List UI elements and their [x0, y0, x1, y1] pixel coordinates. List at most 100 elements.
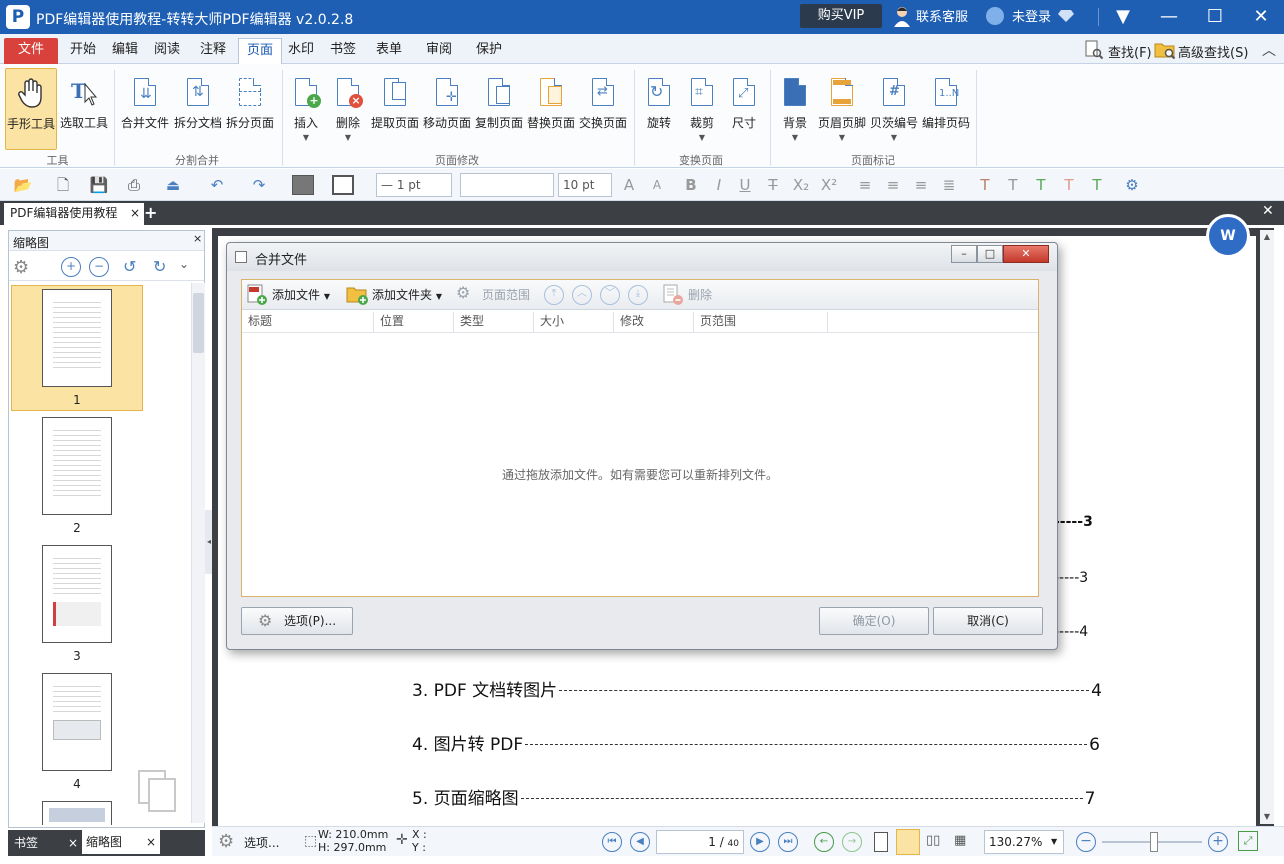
form-settings-icon[interactable]: ⚙ [1120, 175, 1144, 195]
background-button[interactable]: 背景 ▼ [774, 68, 816, 150]
scroll-up-icon[interactable]: ▲ [1260, 230, 1274, 244]
redo-icon[interactable]: ↷ [244, 175, 274, 195]
move-bottom-icon[interactable]: ⤓ [628, 285, 648, 305]
fill-color-swatch[interactable] [292, 175, 314, 195]
status-settings-icon[interactable]: ⚙ [218, 831, 234, 852]
text-apply-icon[interactable]: T [1086, 175, 1108, 195]
fit-page-icon[interactable]: ⤢ [1238, 831, 1258, 851]
menu-file[interactable]: 文件 [4, 38, 58, 64]
tab-form[interactable]: 表单 [368, 38, 410, 64]
panel-close-icon[interactable]: × [193, 232, 202, 245]
align-center-icon[interactable]: ≡ [882, 175, 904, 195]
zoom-out-icon[interactable]: − [89, 257, 109, 277]
tab-start[interactable]: 开始 [62, 38, 104, 64]
facing-continuous-icon[interactable]: ▦ [954, 833, 966, 848]
tab-page[interactable]: 页面 [238, 38, 283, 64]
move-top-icon[interactable]: ⤒ [544, 285, 564, 305]
page-size-button[interactable]: ⤢ 尺寸 [724, 68, 764, 150]
thumbnail-page-4[interactable] [42, 673, 112, 771]
select-tool-button[interactable]: T 选取工具 [58, 68, 110, 150]
move-page-button[interactable]: ✛ 移动页面 [422, 68, 472, 150]
thumbnail-scrollbar[interactable] [191, 283, 205, 823]
crop-button[interactable]: ⌗ 裁剪 ▼ [682, 68, 722, 150]
toc-entry[interactable]: 3. PDF 文档转图片 4 [412, 676, 1102, 701]
align-right-icon[interactable]: ≡ [910, 175, 932, 195]
zoom-dropdown-icon[interactable]: ▼ [1051, 831, 1057, 853]
column-header-size[interactable]: 大小 [534, 312, 614, 332]
buy-vip-button[interactable]: 购买VIP [800, 4, 882, 28]
column-header-modified[interactable]: 修改 [614, 312, 694, 332]
rotate-left-icon[interactable]: ↺ [123, 257, 136, 276]
page-range-button[interactable]: 页面范围 [482, 286, 530, 303]
justify-icon[interactable]: ≣ [938, 175, 960, 195]
scan-icon[interactable]: ⏏ [156, 175, 190, 195]
support-link[interactable]: 联系客服 [916, 6, 968, 25]
status-options-button[interactable]: 选项... [244, 834, 279, 851]
next-page-icon[interactable]: ▶ [750, 832, 770, 852]
underline-icon[interactable]: U [734, 175, 756, 195]
prev-page-icon[interactable]: ◀ [630, 832, 650, 852]
bold-icon[interactable]: B [680, 175, 702, 195]
document-tab[interactable]: PDF编辑器使用教程 × [4, 203, 144, 225]
rotate-right-icon[interactable]: ↻ [153, 257, 166, 276]
dialog-close-icon[interactable]: ✕ [1003, 245, 1049, 263]
column-header-type[interactable]: 类型 [454, 312, 534, 332]
thumbnail-page-2[interactable] [42, 417, 112, 515]
toc-entry[interactable]: 5. 页面缩略图 7 [412, 784, 1095, 809]
replace-page-button[interactable]: 替换页面 [526, 68, 576, 150]
tab-bookmark[interactable]: 书签 [322, 38, 364, 64]
close-bookmarks-tab-icon[interactable]: × [68, 832, 78, 854]
thumbnail-page-5[interactable] [42, 801, 112, 825]
advanced-find-icon[interactable] [1154, 40, 1176, 60]
thumb-settings-icon[interactable]: ⚙ [13, 257, 29, 278]
column-header-location[interactable]: 位置 [374, 312, 454, 332]
bates-caret-icon[interactable]: ▼ [868, 133, 920, 142]
text-check-icon[interactable]: T [1030, 175, 1052, 195]
add-file-icon[interactable] [246, 284, 268, 306]
font-family-select[interactable] [460, 173, 554, 197]
text-format-icon[interactable]: T [1058, 175, 1080, 195]
first-page-icon[interactable]: ⏮ [602, 832, 622, 852]
superscript-icon[interactable]: X² [818, 175, 840, 195]
back-icon[interactable]: ← [814, 832, 834, 852]
header-footer-button[interactable]: 页眉页脚 ▼ [816, 68, 868, 150]
advanced-find-button[interactable]: 高级查找(S) [1178, 42, 1248, 61]
insert-page-button[interactable]: + 插入 ▼ [284, 68, 328, 150]
close-tab-icon[interactable]: × [130, 203, 140, 223]
ok-button[interactable]: 确定(O) [819, 607, 929, 635]
tab-bookmarks[interactable]: 书签 × [10, 832, 78, 854]
line-width-select[interactable]: — 1 pt [376, 173, 452, 197]
swap-page-button[interactable]: ⇄ 交换页面 [578, 68, 628, 150]
page-number-button[interactable]: 1..N 编排页码 [920, 68, 972, 150]
move-down-icon[interactable]: ﹀ [600, 285, 620, 305]
toc-entry[interactable]: 4. 图片转 PDF 6 [412, 730, 1100, 755]
scroll-down-icon[interactable]: ▼ [1260, 810, 1274, 824]
crop-caret-icon[interactable]: ▼ [682, 133, 722, 142]
tab-read[interactable]: 阅读 [146, 38, 188, 64]
tab-protect[interactable]: 保护 [468, 38, 510, 64]
font-size-select[interactable]: 10 pt [558, 173, 612, 197]
tab-edit[interactable]: 编辑 [104, 38, 146, 64]
save-icon[interactable]: 💾 [88, 175, 110, 195]
split-document-button[interactable]: ⇅ 拆分文档 [172, 68, 224, 150]
single-page-icon[interactable] [874, 832, 888, 852]
facing-pages-icon[interactable]: ▯▯ [926, 833, 940, 848]
delete-file-button[interactable]: 删除 [688, 286, 712, 303]
thumbnail-page-1[interactable] [42, 289, 112, 387]
close-all-icon[interactable]: ✕ [1262, 203, 1274, 219]
bates-number-button[interactable]: # 贝茨编号 ▼ [868, 68, 920, 150]
column-header-page-range[interactable]: 页范围 [694, 312, 828, 332]
user-avatar-icon[interactable] [986, 7, 1004, 25]
undo-icon[interactable]: ↶ [202, 175, 232, 195]
forward-icon[interactable]: → [842, 832, 862, 852]
more-options-icon[interactable]: ⌄ [179, 257, 189, 271]
delete-file-icon[interactable] [662, 284, 684, 306]
close-thumbnails-tab-icon[interactable]: × [146, 830, 156, 854]
new-document-icon[interactable]: 🗋 [48, 175, 78, 195]
add-folder-icon[interactable] [346, 284, 370, 306]
tab-watermark[interactable]: 水印 [280, 38, 322, 64]
tab-review[interactable]: 审阅 [418, 38, 460, 64]
grow-font-icon[interactable]: A [618, 175, 640, 195]
italic-icon[interactable]: I [708, 175, 730, 195]
dialog-minimize-icon[interactable]: – [951, 245, 977, 263]
